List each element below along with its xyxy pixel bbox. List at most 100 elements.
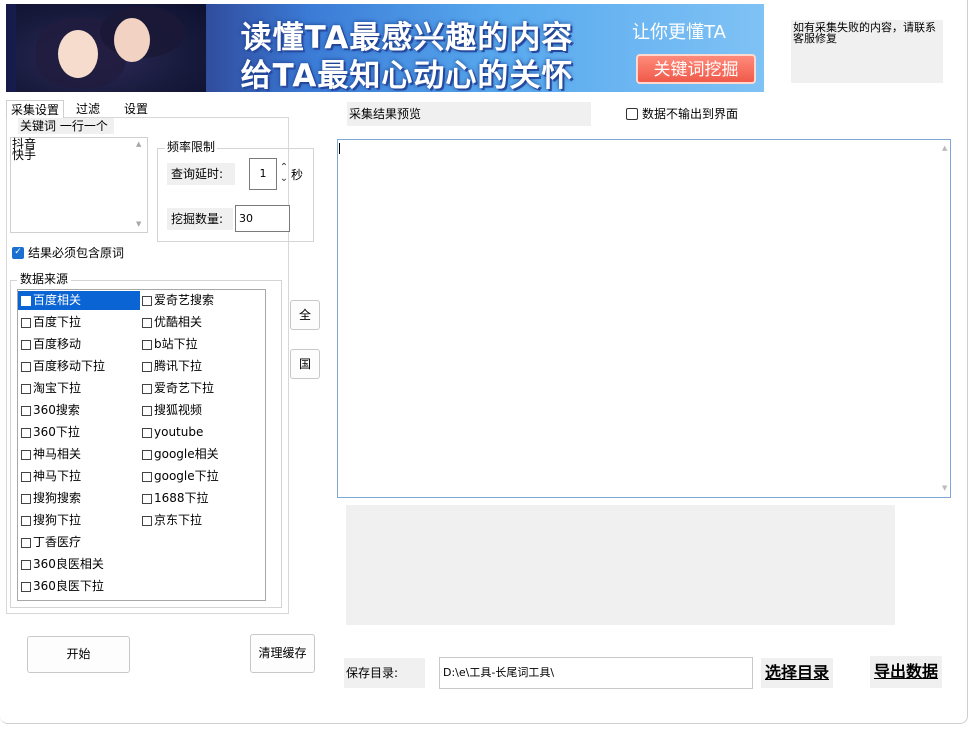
data-source-checkbox[interactable] — [21, 339, 31, 350]
mining-count-label: 挖掘数量: — [167, 208, 233, 230]
data-source-item[interactable]: 神马下拉 — [18, 467, 140, 486]
export-data-link[interactable]: 导出数据 — [870, 656, 942, 688]
keywords-label: 关键词 一行一个 — [18, 118, 114, 134]
data-source-label: google相关 — [154, 447, 219, 461]
choose-dir-link[interactable]: 选择目录 — [761, 658, 833, 688]
banner-illustration — [16, 4, 206, 92]
data-source-label: 搜狗搜索 — [33, 491, 82, 505]
data-source-checkbox[interactable] — [142, 493, 152, 504]
data-source-checkbox[interactable] — [142, 383, 152, 394]
query-delay-unit: 秒 — [291, 168, 304, 182]
data-source-label: 搜狐视频 — [154, 403, 203, 417]
spinner-up-icon[interactable]: ⌃ — [279, 162, 289, 173]
banner-tagline: 让你更懂TA — [632, 22, 726, 43]
tab-settings[interactable]: 设置 — [120, 100, 152, 118]
tab-collect-settings[interactable]: 采集设置 — [6, 100, 65, 118]
data-source-checkbox[interactable] — [21, 449, 31, 460]
data-source-item[interactable]: 搜狐视频 — [139, 401, 259, 420]
banner-keyword-mining-button[interactable]: 关键词挖掘 — [636, 54, 756, 84]
data-source-item[interactable]: 360良医相关 — [18, 555, 140, 574]
data-source-checkbox[interactable] — [142, 339, 152, 350]
data-source-checkbox[interactable] — [142, 515, 152, 526]
data-source-item[interactable]: 爱奇艺下拉 — [139, 379, 259, 398]
data-source-label: 腾讯下拉 — [154, 359, 203, 373]
no-output-label[interactable]: 数据不输出到界面 — [642, 106, 738, 122]
data-source-list[interactable]: ✓ 百度相关百度下拉百度移动百度移动下拉淘宝下拉 360搜索 360下拉神马相关神马下… — [17, 289, 266, 601]
keywords-scroll-up-icon[interactable]: ▲ — [136, 140, 141, 148]
data-source-item[interactable]: 1688下拉 — [139, 489, 259, 508]
data-source-item[interactable]: 优酷相关 — [139, 313, 259, 332]
keywords-scroll-down-icon[interactable]: ▼ — [136, 220, 141, 228]
preview-textarea[interactable] — [337, 139, 951, 498]
query-delay-spinner[interactable]: ⌃ ⌄ — [279, 162, 289, 186]
data-source-checkbox[interactable] — [21, 537, 31, 548]
data-source-checkbox[interactable] — [142, 361, 152, 372]
data-source-label: 爱奇艺搜索 — [154, 293, 215, 307]
data-source-item[interactable]: ✓ 百度相关 — [18, 291, 140, 310]
data-source-checkbox[interactable] — [21, 515, 31, 526]
data-source-item[interactable]: 360下拉 — [18, 423, 140, 442]
data-source-item[interactable]: 搜狗搜索 — [18, 489, 140, 508]
data-source-checkbox[interactable] — [21, 405, 31, 416]
text-caret — [339, 143, 340, 154]
data-source-checkbox[interactable] — [142, 295, 152, 306]
data-source-item[interactable]: b站下拉 — [139, 335, 259, 354]
preview-label: 采集结果预览 — [347, 102, 591, 126]
data-source-item[interactable]: 360良医下拉 — [18, 577, 140, 596]
data-source-checkbox[interactable] — [21, 493, 31, 504]
data-source-label: 360下拉 — [33, 425, 80, 439]
data-source-checkbox[interactable]: ✓ — [21, 295, 31, 306]
data-source-checkbox[interactable] — [142, 427, 152, 438]
data-source-item[interactable]: 百度移动 — [18, 335, 140, 354]
promo-banner[interactable]: 读懂TA最感兴趣的内容 给TA最知心动心的关怀 让你更懂TA 关键词挖掘 — [6, 4, 764, 92]
start-button[interactable]: 开始 — [27, 636, 130, 673]
data-source-item[interactable]: 360搜索 — [18, 401, 140, 420]
data-source-label: 百度移动下拉 — [33, 359, 106, 373]
data-source-item[interactable]: google下拉 — [139, 467, 259, 486]
data-source-item[interactable]: 丁香医疗 — [18, 533, 140, 552]
mining-count-input[interactable]: 30 — [235, 205, 290, 232]
query-delay-label: 查询延时: — [167, 163, 235, 185]
data-source-item[interactable]: 京东下拉 — [139, 511, 259, 530]
data-source-checkbox[interactable] — [21, 559, 31, 570]
data-source-checkbox[interactable] — [21, 383, 31, 394]
data-source-checkbox[interactable] — [21, 361, 31, 372]
select-domestic-button[interactable]: 国 — [290, 349, 320, 379]
must-contain-label[interactable]: 结果必须包含原词 — [28, 245, 124, 261]
data-source-checkbox[interactable] — [142, 471, 152, 482]
data-source-checkbox[interactable] — [142, 405, 152, 416]
data-source-legend: 数据来源 — [17, 272, 72, 286]
data-source-label: 百度下拉 — [33, 315, 82, 329]
data-source-checkbox[interactable] — [21, 427, 31, 438]
data-source-item[interactable]: 淘宝下拉 — [18, 379, 140, 398]
data-source-item[interactable]: 神马相关 — [18, 445, 140, 464]
save-dir-input[interactable]: D:\e\工具-长尾词工具\ — [439, 657, 753, 689]
data-source-checkbox[interactable] — [21, 581, 31, 592]
data-source-checkbox[interactable] — [142, 317, 152, 328]
data-source-label: 1688下拉 — [154, 491, 209, 505]
data-source-item[interactable]: 搜狗下拉 — [18, 511, 140, 530]
preview-scroll-up-icon[interactable]: ▲ — [942, 144, 947, 152]
query-delay-input[interactable]: 1 — [249, 158, 277, 190]
data-source-label: 360良医相关 — [33, 557, 104, 571]
preview-scroll-down-icon[interactable]: ▼ — [942, 484, 947, 492]
must-contain-checkbox[interactable]: ✓ — [12, 247, 24, 259]
data-source-item[interactable]: youtube — [139, 423, 259, 442]
data-source-item[interactable]: google相关 — [139, 445, 259, 464]
no-output-checkbox[interactable] — [626, 108, 638, 120]
data-source-item[interactable]: 腾讯下拉 — [139, 357, 259, 376]
spinner-down-icon[interactable]: ⌄ — [279, 173, 289, 184]
data-source-checkbox[interactable] — [21, 317, 31, 328]
data-source-item[interactable]: 百度下拉 — [18, 313, 140, 332]
data-source-item[interactable]: 爱奇艺搜索 — [139, 291, 259, 310]
select-all-button[interactable]: 全 — [290, 300, 320, 330]
data-source-label: b站下拉 — [154, 337, 198, 351]
data-source-label: 百度相关 — [33, 293, 82, 307]
data-source-item[interactable]: 百度移动下拉 — [18, 357, 140, 376]
data-source-checkbox[interactable] — [21, 471, 31, 482]
clear-cache-button[interactable]: 清理缓存 — [250, 634, 315, 673]
tab-filter[interactable]: 过滤 — [72, 100, 104, 118]
data-source-checkbox[interactable] — [142, 449, 152, 460]
data-source-label: 360搜索 — [33, 403, 80, 417]
data-source-label: 神马相关 — [33, 447, 82, 461]
